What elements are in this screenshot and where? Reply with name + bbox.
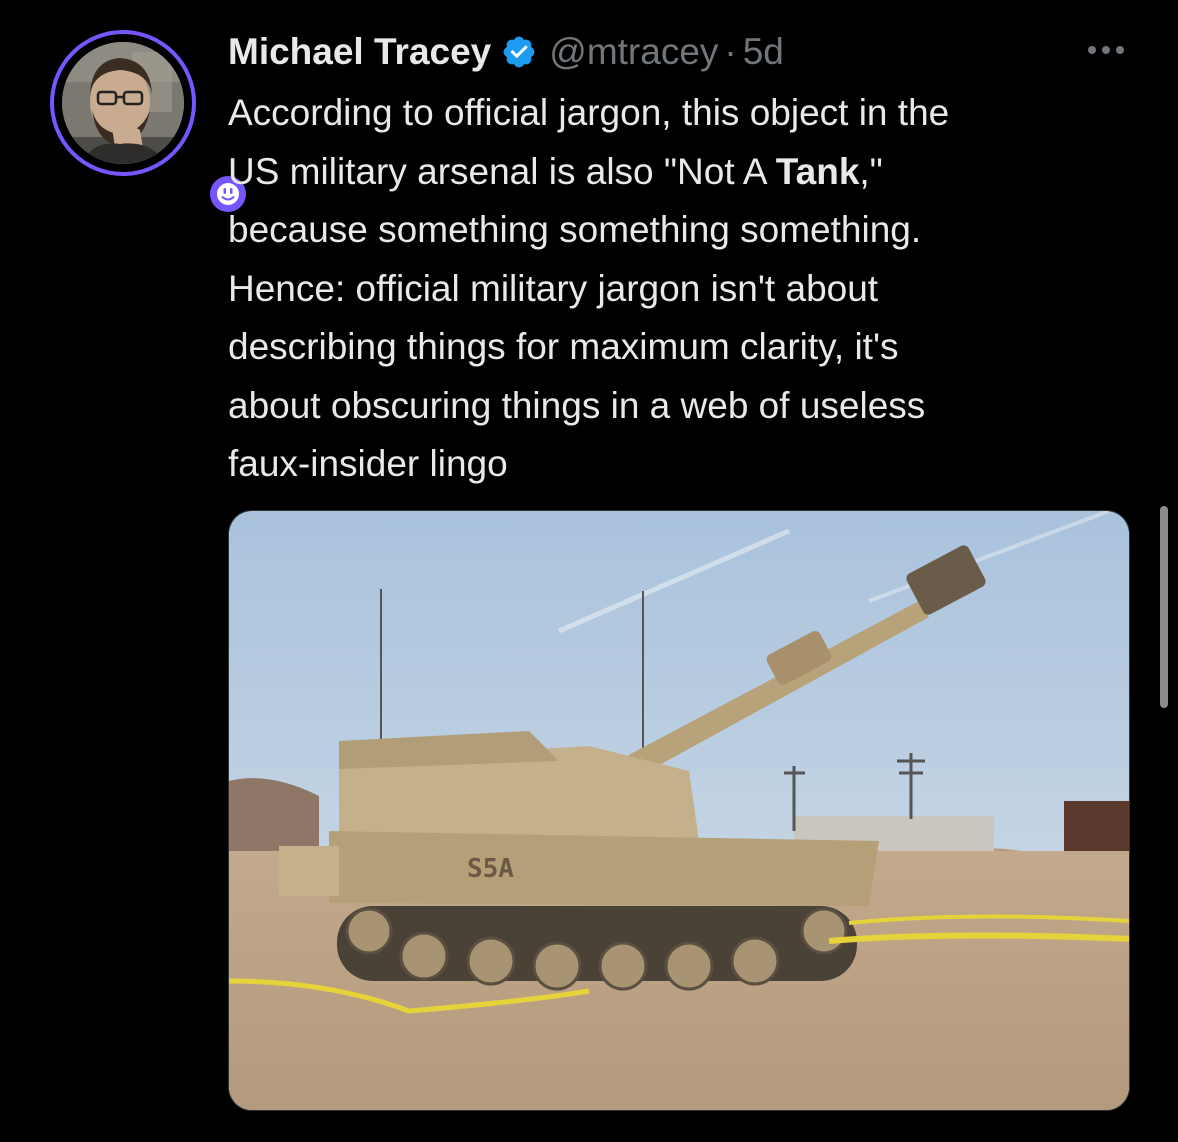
avatar-image bbox=[62, 42, 184, 164]
timestamp[interactable]: 5d bbox=[743, 31, 784, 73]
tweet-text-line: According to official jargon, this objec… bbox=[228, 92, 950, 133]
tweet-text-line: US military arsenal is also "Not A Tank,… bbox=[228, 150, 883, 192]
tweet-text-line: describing things for maximum clarity, i… bbox=[228, 326, 899, 367]
vehicle-marking: S5A bbox=[467, 854, 514, 884]
tweet-header: Michael Tracey @mtracey · 5d bbox=[228, 28, 784, 76]
bold-word: Tank bbox=[775, 150, 860, 192]
tweet-text-line: because something something something. bbox=[228, 209, 922, 250]
tweet-media-photo[interactable]: S5A bbox=[228, 510, 1130, 1111]
verified-badge-icon bbox=[501, 34, 537, 70]
tweet-text: According to official jargon, this objec… bbox=[228, 84, 1148, 494]
more-options-icon[interactable] bbox=[1082, 40, 1130, 60]
author-handle[interactable]: @mtracey bbox=[549, 31, 718, 73]
avatar[interactable] bbox=[50, 30, 252, 218]
tweet-text-line: Hence: official military jargon isn't ab… bbox=[228, 267, 879, 309]
author-name[interactable]: Michael Tracey bbox=[228, 31, 491, 73]
tweet[interactable]: Michael Tracey @mtracey · 5d According t… bbox=[0, 0, 1178, 1142]
separator-dot: · bbox=[724, 31, 737, 72]
tweet-text-line: faux-insider lingo bbox=[228, 443, 508, 484]
scrollbar[interactable] bbox=[1160, 506, 1168, 708]
tweet-text-line: about obscuring things in a web of usele… bbox=[228, 384, 926, 426]
